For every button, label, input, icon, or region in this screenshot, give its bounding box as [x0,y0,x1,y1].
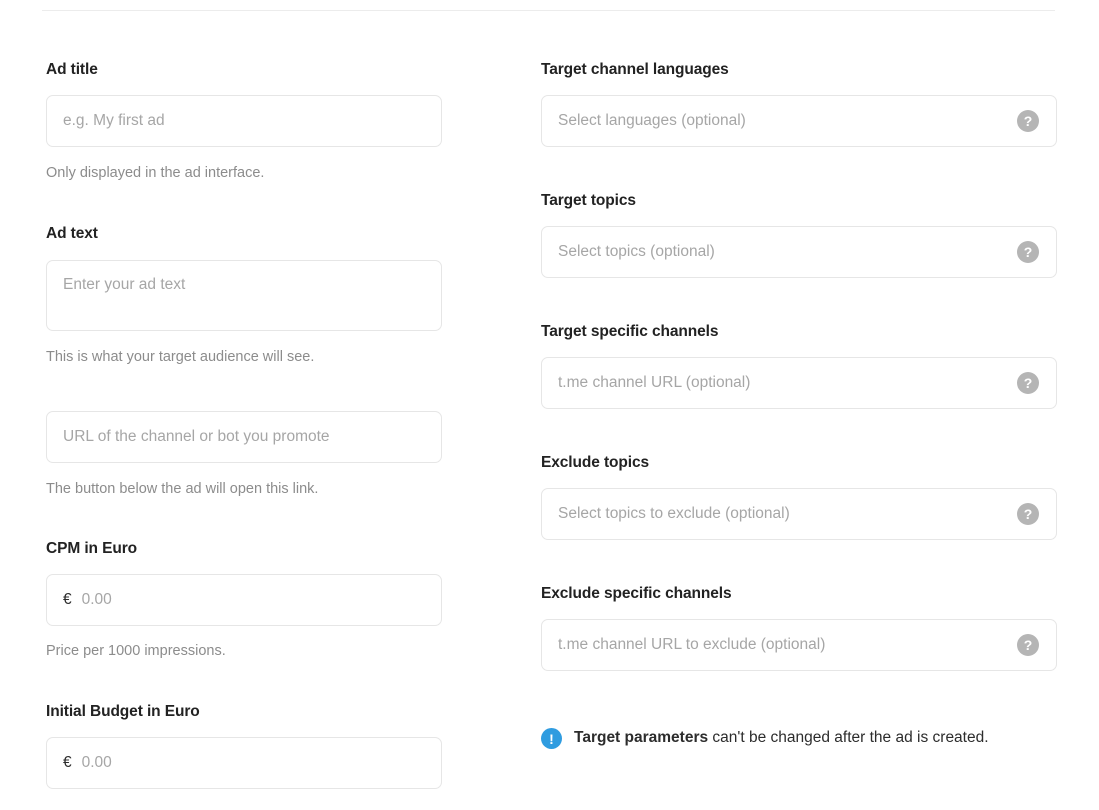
helper-ad-title: Only displayed in the ad interface. [46,165,265,181]
target-parameters-notice: ! Target parameters can't be changed aft… [541,727,1057,749]
input-promote-url[interactable]: URL of the channel or bot you promote [46,411,442,463]
info-circle-icon: ! [541,728,562,749]
input-target-topics-placeholder: Select topics (optional) [558,243,715,260]
input-exclude-channels-placeholder: t.me channel URL to exclude (optional) [558,636,826,653]
input-target-languages[interactable]: Select languages (optional) ? [541,95,1057,147]
help-circle-icon[interactable]: ? [1017,634,1039,656]
input-initial-budget-placeholder: 0.00 [81,754,112,771]
notice-rest-text: can't be changed after the ad is created… [708,729,989,746]
help-circle-icon[interactable]: ? [1017,241,1039,263]
input-cpm[interactable]: € 0.00 [46,574,442,626]
input-target-languages-placeholder: Select languages (optional) [558,112,746,129]
label-ad-title: Ad title [46,61,98,78]
input-exclude-topics-placeholder: Select topics to exclude (optional) [558,505,790,522]
input-exclude-topics[interactable]: Select topics to exclude (optional) ? [541,488,1057,540]
field-group-ad-text: Ad text [46,224,442,244]
input-target-channels-placeholder: t.me channel URL (optional) [558,374,751,391]
help-circle-icon[interactable]: ? [1017,503,1039,525]
field-group-target-channels: Target specific channels [541,322,1057,342]
form-columns: Ad title e.g. My first ad Only displayed… [0,0,1099,810]
input-ad-title-placeholder: e.g. My first ad [63,112,165,129]
label-exclude-channels: Exclude specific channels [541,585,732,602]
input-ad-text[interactable]: Enter your ad text [46,260,442,331]
notice-text: Target parameters can't be changed after… [574,727,989,748]
input-target-topics[interactable]: Select topics (optional) ? [541,226,1057,278]
label-initial-budget: Initial Budget in Euro [46,703,200,720]
helper-promote-url: The button below the ad will open this l… [46,481,319,497]
help-circle-icon[interactable]: ? [1017,372,1039,394]
field-group-target-languages: Target channel languages [541,60,1057,80]
input-ad-title[interactable]: e.g. My first ad [46,95,442,147]
field-group-initial-budget: Initial Budget in Euro [46,702,442,722]
field-group-target-topics: Target topics [541,191,1057,211]
label-target-languages: Target channel languages [541,61,729,78]
helper-cpm: Price per 1000 impressions. [46,643,226,659]
euro-symbol-cpm: € [63,591,72,608]
field-group-ad-title: Ad title [46,60,442,80]
label-target-channels: Target specific channels [541,323,719,340]
helper-ad-text: This is what your target audience will s… [46,349,315,365]
label-cpm: CPM in Euro [46,540,138,557]
input-target-channels[interactable]: t.me channel URL (optional) ? [541,357,1057,409]
label-exclude-topics: Exclude topics [541,454,649,471]
field-group-cpm: CPM in Euro [46,539,442,559]
label-ad-text: Ad text [46,225,98,242]
euro-symbol-initial-budget: € [63,754,72,771]
field-group-exclude-channels: Exclude specific channels [541,584,1057,604]
input-promote-url-placeholder: URL of the channel or bot you promote [63,428,330,445]
input-cpm-placeholder: 0.00 [81,591,112,608]
label-target-topics: Target topics [541,192,636,209]
input-exclude-channels[interactable]: t.me channel URL to exclude (optional) ? [541,619,1057,671]
ad-creation-form: Ad title e.g. My first ad Only displayed… [0,0,1099,810]
notice-bold-text: Target parameters [574,729,709,746]
help-circle-icon[interactable]: ? [1017,110,1039,132]
field-group-exclude-topics: Exclude topics [541,453,1057,473]
input-ad-text-placeholder: Enter your ad text [63,276,186,293]
input-initial-budget[interactable]: € 0.00 [46,737,442,789]
